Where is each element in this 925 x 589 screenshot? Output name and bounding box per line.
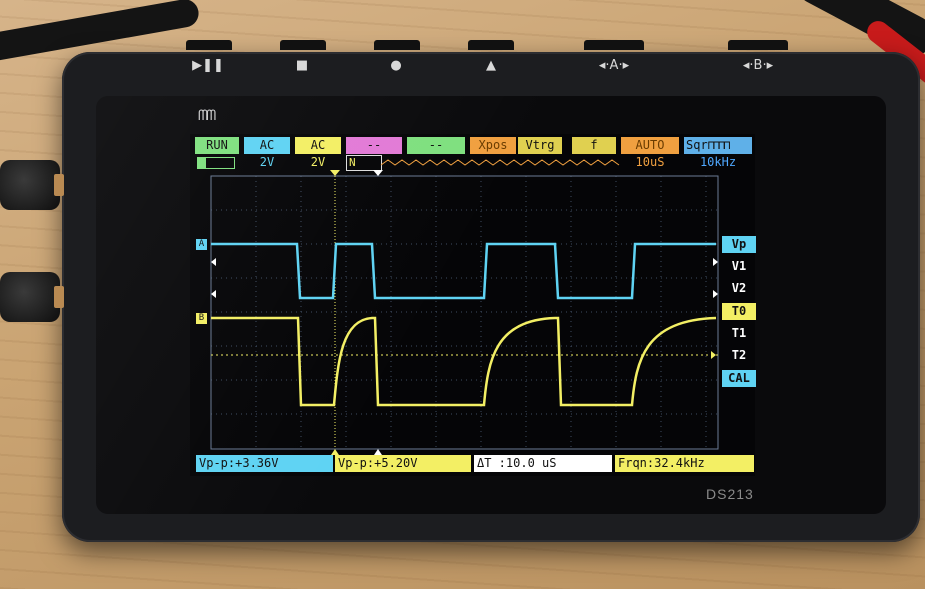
v1-cursor-marker[interactable] [211,258,216,266]
trigger-level-marker[interactable] [711,351,716,359]
menu-vp[interactable]: Vp [722,236,756,253]
screen-grid [211,176,718,449]
menu-v1[interactable]: V1 [722,258,756,275]
menu-t1[interactable]: T1 [722,325,756,342]
menu-cal[interactable]: CAL [722,370,756,387]
frequency-measurement: Frqn:32.4kHz [615,455,754,472]
menu-t0[interactable]: T0 [722,303,756,320]
waveform-display[interactable] [0,0,925,589]
channel-b-marker[interactable]: B [196,313,207,324]
trigger-position-marker[interactable] [330,170,340,176]
xpos-marker[interactable] [373,170,383,176]
channel-a-trace [211,242,716,300]
ch-a-vpp-measurement: Vp-p:+3.36V [196,455,333,472]
channel-b-trace [211,316,717,407]
v2-cursor-marker[interactable] [211,290,216,298]
delta-t-measurement: ΔT :10.0 uS [474,455,612,472]
right-v1-marker[interactable] [713,258,718,266]
menu-t2[interactable]: T2 [722,347,756,364]
right-v2-marker[interactable] [713,290,718,298]
channel-a-marker[interactable]: A [196,239,207,250]
memory-strip [380,159,620,166]
menu-v2[interactable]: V2 [722,280,756,297]
ch-b-vpp-measurement: Vp-p:+5.20V [335,455,471,472]
